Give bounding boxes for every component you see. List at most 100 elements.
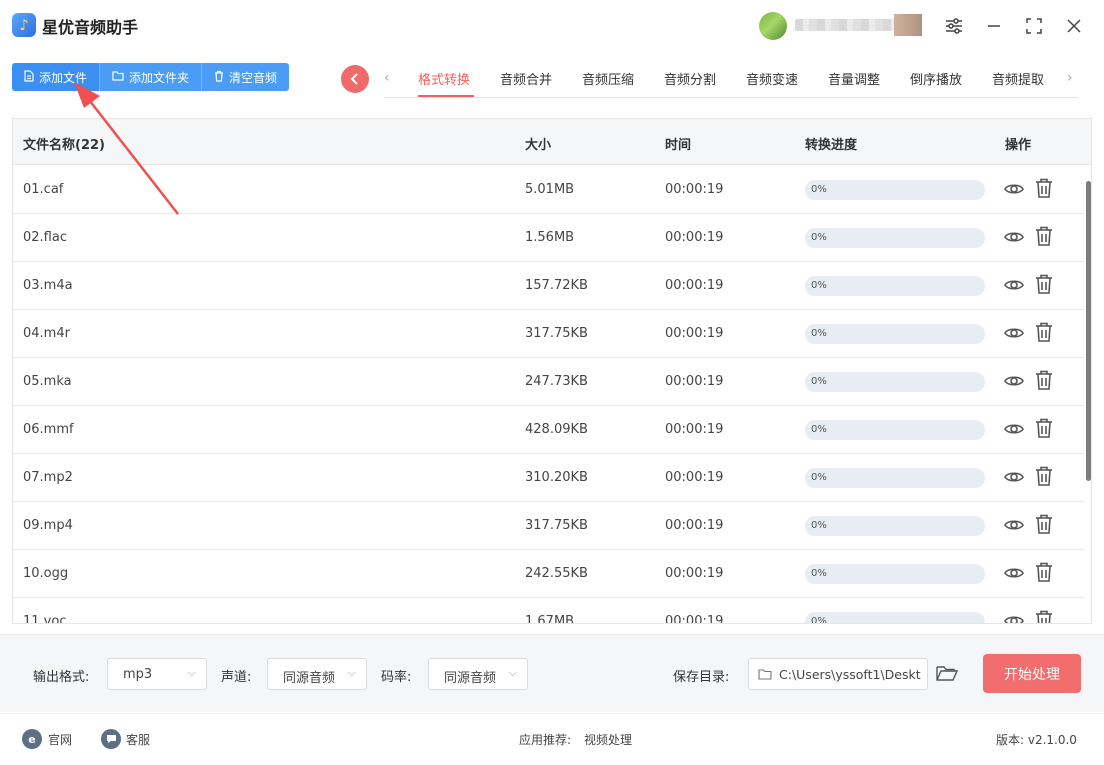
file-size-cell: 5.01MB [525, 182, 575, 197]
tab-audio-merge[interactable]: 音频合并 [500, 69, 552, 88]
tab-scroll-right-icon[interactable]: › [1067, 70, 1073, 86]
close-button[interactable] [1062, 14, 1086, 38]
file-duration-cell: 00:00:19 [665, 566, 724, 581]
channel-label: 声道: [221, 670, 252, 685]
title-bar: ♪ 星优音频助手 [0, 0, 1104, 52]
preview-eye-icon[interactable] [1003, 418, 1025, 440]
delete-trash-icon[interactable] [1034, 225, 1054, 247]
user-avatar[interactable] [759, 12, 787, 40]
file-duration-cell: 00:00:19 [665, 326, 724, 341]
chevron-down-icon: ⌵ [508, 666, 517, 679]
preview-eye-icon[interactable] [1003, 610, 1025, 623]
chevron-down-icon: ⌵ [187, 666, 196, 679]
header-actions: 操作 [1005, 138, 1032, 153]
file-duration-cell: 00:00:19 [665, 518, 724, 533]
chevron-down-icon: ⌵ [347, 666, 356, 679]
file-size-cell: 310.20KB [525, 470, 588, 485]
table-row[interactable]: 05.mka 247.73KB 00:00:19 0% [13, 358, 1085, 406]
delete-trash-icon[interactable] [1034, 177, 1054, 199]
tab-format-convert[interactable]: 格式转换 [418, 69, 470, 88]
output-format-select[interactable]: mp3 ⌵ [107, 658, 207, 690]
website-icon[interactable]: e [22, 729, 42, 749]
minimize-button[interactable] [982, 14, 1006, 38]
output-settings-panel: 输出格式: mp3 ⌵ 声道: 同源音频 ⌵ 码率: 同源音频 ⌵ 保存目录: … [0, 634, 1104, 712]
table-row[interactable]: 01.caf 5.01MB 00:00:19 0% [13, 166, 1085, 214]
conversion-progress-bar: 0% [805, 228, 985, 248]
delete-trash-icon[interactable] [1034, 609, 1054, 623]
table-row[interactable]: 10.ogg 242.55KB 00:00:19 0% [13, 550, 1085, 598]
clear-audio-label: 清空音频 [229, 70, 278, 85]
conversion-progress-bar: 0% [805, 516, 985, 536]
preview-eye-icon[interactable] [1003, 514, 1025, 536]
tab-audio-compress[interactable]: 音频压缩 [582, 69, 634, 88]
file-duration-cell: 00:00:19 [665, 278, 724, 293]
progress-text: 0% [811, 184, 827, 195]
progress-text: 0% [811, 472, 827, 483]
delete-trash-icon[interactable] [1034, 321, 1054, 343]
delete-trash-icon[interactable] [1034, 513, 1054, 535]
tab-scroll-left-icon[interactable]: ‹ [384, 70, 390, 86]
tab-audio-split[interactable]: 音频分割 [664, 69, 716, 88]
preview-eye-icon[interactable] [1003, 178, 1025, 200]
delete-trash-icon[interactable] [1034, 465, 1054, 487]
start-processing-button[interactable]: 开始处理 [983, 654, 1081, 693]
add-folder-button[interactable]: 添加文件夹 [100, 63, 203, 91]
file-duration-cell: 00:00:19 [665, 470, 724, 485]
file-size-cell: 247.73KB [525, 374, 588, 389]
file-name-cell: 01.caf [23, 182, 64, 197]
bitrate-select[interactable]: 同源音频 ⌵ [428, 658, 528, 690]
folder-icon [112, 70, 124, 84]
clear-audio-button[interactable]: 清空音频 [202, 63, 290, 91]
delete-trash-icon[interactable] [1034, 561, 1054, 583]
collapse-back-button[interactable] [341, 65, 369, 93]
tab-audio-speed[interactable]: 音频变速 [746, 69, 798, 88]
support-chat-icon[interactable] [101, 729, 121, 749]
table-scrollbar[interactable] [1086, 181, 1091, 481]
table-row[interactable]: 02.flac 1.56MB 00:00:19 0% [13, 214, 1085, 262]
file-table: 文件名称(22) 大小 时间 转换进度 操作 01.caf 5.01MB 00:00… [12, 118, 1092, 624]
preview-eye-icon[interactable] [1003, 322, 1025, 344]
file-size-cell: 242.55KB [525, 566, 588, 581]
file-name-cell: 03.m4a [23, 278, 73, 293]
file-size-cell: 1.56MB [525, 230, 575, 245]
table-row[interactable]: 07.mp2 310.20KB 00:00:19 0% [13, 454, 1085, 502]
recommend-app-link[interactable]: 视频处理 [584, 731, 632, 748]
delete-trash-icon[interactable] [1034, 273, 1054, 295]
table-row[interactable]: 09.mp4 317.75KB 00:00:19 0% [13, 502, 1085, 550]
preview-eye-icon[interactable] [1003, 370, 1025, 392]
preview-eye-icon[interactable] [1003, 226, 1025, 248]
table-row[interactable]: 04.m4r 317.75KB 00:00:19 0% [13, 310, 1085, 358]
bitrate-label: 码率: [381, 670, 412, 685]
support-link[interactable]: 客服 [126, 731, 150, 748]
conversion-progress-bar: 0% [805, 468, 985, 488]
footer-bar: e 官网 客服 应用推荐: 视频处理 版本: v2.1.0.0 [0, 713, 1104, 765]
maximize-button[interactable] [1022, 14, 1046, 38]
file-size-cell: 317.75KB [525, 518, 588, 533]
file-toolbar: 添加文件 添加文件夹 清空音频 [12, 63, 290, 91]
browse-folder-icon[interactable] [936, 664, 959, 686]
file-size-cell: 157.72KB [525, 278, 588, 293]
user-info-blurred [894, 14, 922, 36]
delete-trash-icon[interactable] [1034, 417, 1054, 439]
settings-sliders-icon[interactable] [942, 14, 966, 38]
website-link[interactable]: 官网 [48, 731, 72, 748]
delete-trash-icon[interactable] [1034, 369, 1054, 391]
tab-volume-adjust[interactable]: 音量调整 [828, 69, 880, 88]
add-file-button[interactable]: 添加文件 [12, 63, 101, 91]
tab-audio-extract[interactable]: 音频提取 [992, 69, 1044, 88]
table-row[interactable]: 03.m4a 157.72KB 00:00:19 0% [13, 262, 1085, 310]
preview-eye-icon[interactable] [1003, 466, 1025, 488]
conversion-progress-bar: 0% [805, 180, 985, 200]
file-duration-cell: 00:00:19 [665, 614, 724, 624]
header-file-name: 文件名称(22) [23, 138, 105, 153]
save-dir-input[interactable]: C:\Users\yssoft1\Deskt [748, 658, 928, 690]
channel-select[interactable]: 同源音频 ⌵ [267, 658, 367, 690]
table-row[interactable]: 06.mmf 428.09KB 00:00:19 0% [13, 406, 1085, 454]
table-row[interactable]: 11.voc 1.67MB 00:00:19 0% [13, 598, 1085, 624]
file-size-cell: 1.67MB [525, 614, 575, 624]
preview-eye-icon[interactable] [1003, 274, 1025, 296]
tab-reverse-play[interactable]: 倒序播放 [910, 69, 962, 88]
progress-text: 0% [811, 568, 827, 579]
preview-eye-icon[interactable] [1003, 562, 1025, 584]
app-title: 星优音频助手 [42, 18, 139, 37]
